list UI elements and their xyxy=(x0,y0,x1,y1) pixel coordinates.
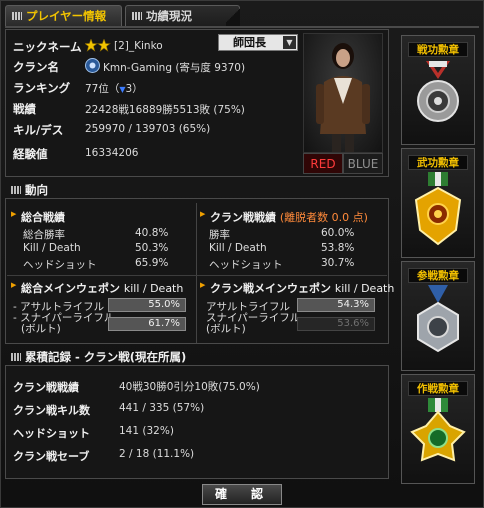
overall-sr-bar: 61.7% xyxy=(108,317,186,331)
ranking-label: ランキング xyxy=(13,81,71,95)
clan-name: Kmn-Gaming (寄与度 9370) xyxy=(103,62,246,74)
medal-participation-icon xyxy=(417,285,459,353)
overall-record-title-text: 総合戦績 xyxy=(21,211,65,224)
clan-battle-record-value: 40戦30勝0引分10敗(75.0%) xyxy=(119,381,260,393)
clan-sr-label: スナイパーライフル (ボルト) xyxy=(206,313,300,335)
clan-headshot-label: ヘッドショット xyxy=(13,427,90,440)
clan-hs-label: ヘッドショット xyxy=(209,259,283,271)
clan-save-label: クラン戦セーブ xyxy=(13,450,90,463)
overall-weapon-title: 総合メインウェポン kill / Death xyxy=(11,280,183,296)
medal-operation-icon xyxy=(410,398,466,462)
medal-merit[interactable]: 戦功勲章 xyxy=(401,35,475,145)
clan-battle-record-label: クラン戦戦績 xyxy=(13,381,79,394)
overall-winrate-label: 総合勝率 xyxy=(23,229,65,241)
team-red-button[interactable]: RED xyxy=(303,153,343,174)
medal-column: 戦功勲章 武功勲章 参戦勲章 作戦勲章 xyxy=(399,32,477,484)
medal-valor[interactable]: 武功勲章 xyxy=(401,148,475,258)
clan-winrate-value: 60.0% xyxy=(321,227,355,239)
trend-divider xyxy=(196,203,197,343)
medal-valor-icon xyxy=(414,172,462,246)
clan-winrate-label: 勝率 xyxy=(209,229,230,241)
nickname-label: ニックネーム xyxy=(13,40,82,54)
tab-divider xyxy=(5,26,479,28)
overall-sr-label: - スナイパーライフル (ボルト) xyxy=(13,313,114,335)
team-blue-button[interactable]: BLUE xyxy=(343,153,383,174)
clan-sr-label-2: (ボルト) xyxy=(206,323,246,335)
tab-bars-icon xyxy=(12,12,22,20)
nickname: [2]_Kinko xyxy=(114,40,163,52)
overall-record-title: 総合戦績 xyxy=(11,209,65,225)
clan-hs-value: 30.7% xyxy=(321,257,355,269)
trend-row-divider xyxy=(7,275,387,276)
confirm-button[interactable]: 確 認 xyxy=(202,484,282,505)
medal-merit-label: 戦功勲章 xyxy=(408,42,468,57)
clan-kd-label: Kill / Death xyxy=(209,242,267,254)
clan-record-title-text: クラン戦戦績 xyxy=(210,211,276,224)
overall-sr-label-2: (ボルト) xyxy=(21,323,61,335)
kd-label: キル/デス xyxy=(13,123,64,137)
overall-weapon-title-text: 総合メインウェポン xyxy=(21,282,120,295)
medal-participation[interactable]: 参戦勲章 xyxy=(401,261,475,371)
clan-record-title: クラン戦戦績 (離脱者数 0.0 点) xyxy=(200,209,368,225)
tab-bars-icon xyxy=(132,12,142,20)
section-bars-icon xyxy=(11,186,21,194)
clan-emblem-icon xyxy=(85,58,100,76)
clan-sr-bar: 53.6% xyxy=(297,317,375,331)
rank-title: 師団長 xyxy=(233,36,266,49)
clan-weapon-metric: kill / Death xyxy=(334,282,395,295)
record-value: 22428戦16889勝5513敗 (75%) xyxy=(85,104,245,116)
medal-merit-icon xyxy=(417,61,459,122)
kd-value: 259970 / 139703 (65%) xyxy=(85,123,211,135)
trend-title: 動向 xyxy=(7,182,48,198)
medal-operation[interactable]: 作戦勲章 xyxy=(401,374,475,484)
cumulative-title: 累積記録 - クラン戦(現在所属) xyxy=(7,349,186,365)
overall-hs-label: ヘッドショット xyxy=(23,259,97,271)
overall-hs-value: 65.9% xyxy=(135,257,169,269)
ranking-close: ） xyxy=(132,83,143,95)
exp-label: 経験値 xyxy=(13,147,48,161)
clan-save-value: 2 / 18 (11.1%) xyxy=(119,448,195,460)
overall-weapon-metric: kill / Death xyxy=(123,282,184,295)
character-avatar xyxy=(303,33,383,153)
trend-title-text: 動向 xyxy=(25,183,48,197)
medal-operation-label: 作戦勲章 xyxy=(408,381,468,396)
clan-headshot-value: 141 (32%) xyxy=(119,425,174,437)
ranking-position: 77位（ xyxy=(85,83,120,95)
character-figure-icon xyxy=(316,43,370,152)
record-label: 戦績 xyxy=(13,102,36,116)
tab-label: プレイヤー情報 xyxy=(26,9,107,23)
clan-kill-count-label: クラン戦キル数 xyxy=(13,404,90,417)
rank-badge xyxy=(84,38,111,56)
clan-weapon-title-text: クラン戦メインウェポン xyxy=(210,282,331,295)
clan-kd-value: 53.8% xyxy=(321,242,355,254)
clan-weapon-title: クラン戦メインウェポン kill / Death xyxy=(200,280,394,296)
rank-stars-icon xyxy=(84,38,111,52)
tab-achievements[interactable]: 功績現況 xyxy=(125,5,240,26)
overall-winrate-value: 40.8% xyxy=(135,227,169,239)
clan-leaver-note: (離脱者数 0.0 点) xyxy=(279,211,368,224)
clan-label: クラン名 xyxy=(13,60,59,74)
clan-kill-count-value: 441 / 335 (57%) xyxy=(119,402,205,414)
overall-kd-label: Kill / Death xyxy=(23,242,81,254)
exp-value: 16334206 xyxy=(85,147,139,159)
overall-kd-value: 50.3% xyxy=(135,242,169,254)
player-info-window: プレイヤー情報 功績現況 ニックネーム [2]_Kinko 師団長 ▼ クラン名… xyxy=(0,0,484,508)
tab-player-info[interactable]: プレイヤー情報 xyxy=(5,5,122,26)
medal-participation-label: 参戦勲章 xyxy=(408,268,468,283)
chevron-down-icon[interactable]: ▼ xyxy=(283,36,296,49)
section-bars-icon xyxy=(11,353,21,361)
overall-ar-bar: 55.0% xyxy=(108,298,186,312)
clan-ar-bar: 54.3% xyxy=(297,298,375,312)
medal-valor-label: 武功勲章 xyxy=(408,155,468,170)
tab-label: 功績現況 xyxy=(146,9,192,23)
cumulative-title-text: 累積記録 - クラン戦(現在所属) xyxy=(25,350,187,364)
rank-title-select[interactable]: 師団長 ▼ xyxy=(218,34,298,51)
ranking-value: 77位（▼3） xyxy=(85,81,143,96)
